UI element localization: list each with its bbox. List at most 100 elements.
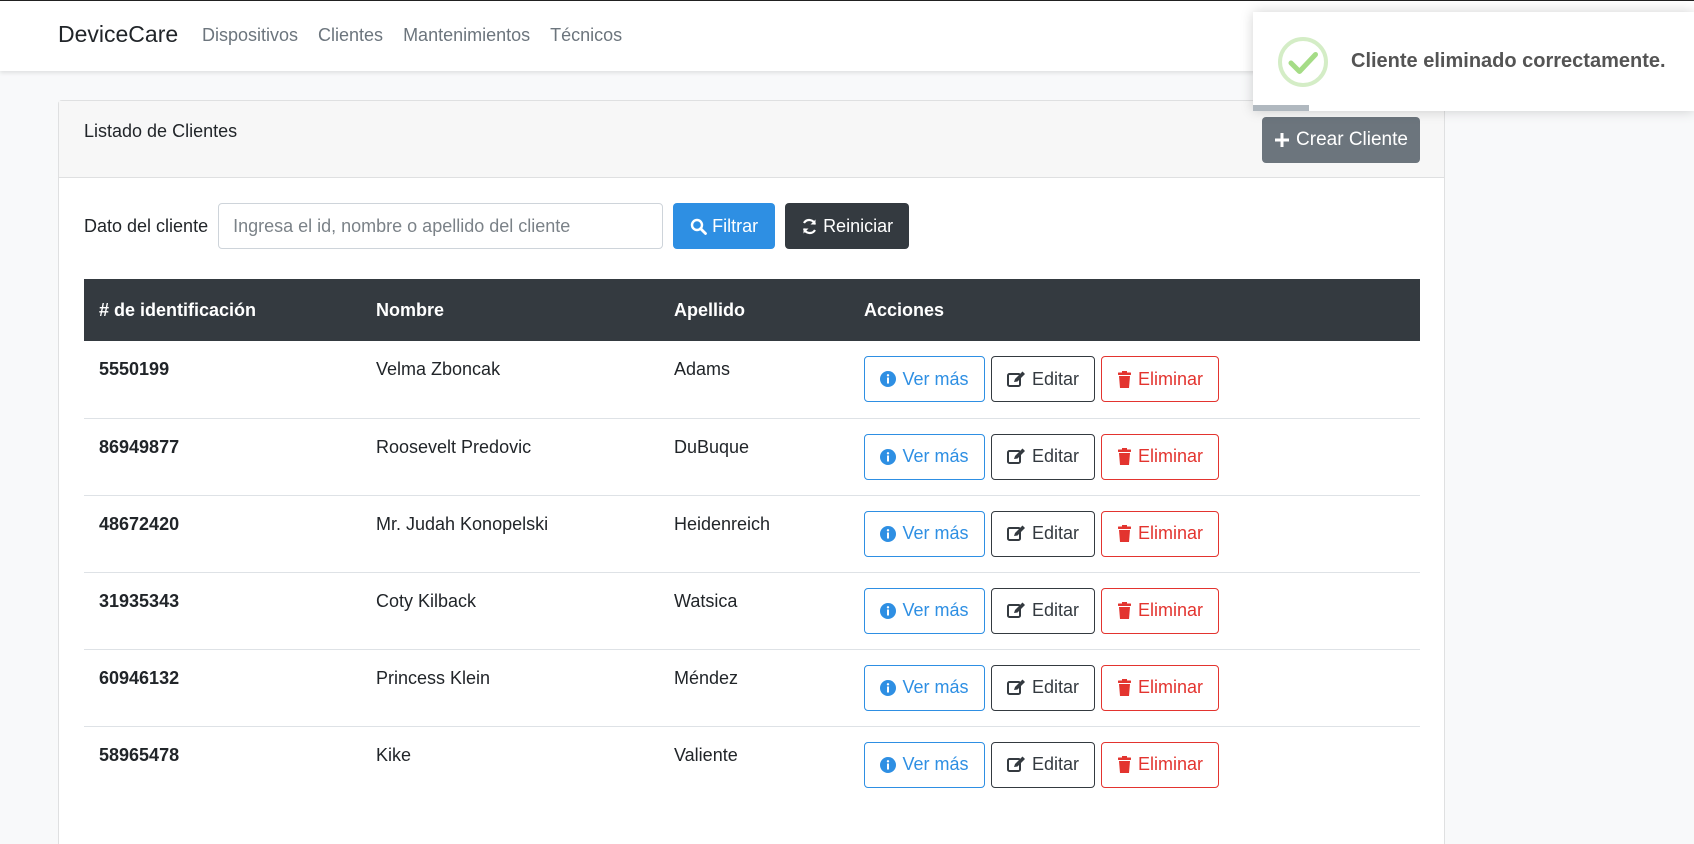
trash-icon [1117, 525, 1132, 542]
refresh-icon [801, 218, 818, 235]
edit-icon [1006, 679, 1026, 696]
view-more-button[interactable]: Ver más [864, 510, 985, 557]
edit-label: Editar [1031, 754, 1080, 774]
client-search-input[interactable] [218, 203, 664, 249]
client-id-cell: 60946132 [99, 667, 180, 688]
edit-button[interactable]: Editar [991, 510, 1095, 557]
view-more-label: Ver más [902, 754, 969, 774]
delete-button[interactable]: Eliminar [1101, 741, 1219, 788]
filter-button[interactable]: Filtrar [673, 203, 776, 249]
brand-logo[interactable]: DeviceCare [58, 21, 178, 48]
table-header-row: # de identificación Nombre Apellido Acci… [84, 279, 1420, 341]
view-more-button[interactable]: Ver más [864, 741, 985, 788]
edit-icon [1006, 371, 1026, 388]
filter-label: Dato del cliente [84, 215, 209, 236]
view-more-label: Ver más [902, 368, 969, 389]
row-actions: Ver más Editar Eliminar [864, 741, 1420, 788]
table-row: 48672420 Mr. Judah Konopelski Heidenreich V… [84, 495, 1420, 572]
edit-icon [1006, 602, 1026, 619]
actions-cell: Ver más Editar Eliminar [849, 726, 1420, 803]
delete-label: Eliminar [1137, 446, 1203, 466]
actions-cell: Ver más Editar Eliminar [849, 649, 1420, 726]
search-icon [690, 218, 707, 235]
edit-label: Editar [1031, 368, 1080, 389]
delete-button[interactable]: Eliminar [1101, 587, 1219, 634]
info-icon [880, 371, 897, 387]
client-nombre-cell: Mr. Judah Konopelski [376, 513, 549, 534]
info-icon [880, 756, 897, 773]
delete-label: Eliminar [1137, 677, 1203, 697]
edit-button[interactable]: Editar [991, 741, 1095, 788]
delete-button[interactable]: Eliminar [1101, 510, 1219, 557]
table-row: 5550199 Velma Zboncak Adams Ver más Editar El… [84, 341, 1420, 418]
client-nombre-cell: Roosevelt Predovic [376, 436, 532, 457]
view-more-button[interactable]: Ver más [864, 433, 985, 480]
client-apellido-cell: Méndez [674, 667, 739, 688]
client-apellido-cell: Heidenreich [674, 513, 771, 534]
success-toast: Cliente eliminado correctamente. [1253, 12, 1694, 111]
client-nombre-cell: Velma Zboncak [376, 359, 501, 379]
edit-button[interactable]: Editar [991, 433, 1095, 480]
client-id-cell: 86949877 [99, 436, 180, 457]
edit-label: Editar [1031, 600, 1080, 620]
trash-icon [1117, 602, 1132, 619]
view-more-button[interactable]: Ver más [864, 664, 985, 711]
table-row: 31935343 Coty Kilback Watsica Ver más Editar… [84, 572, 1420, 649]
table-row: 60946132 Princess Klein Méndez Ver más Edita… [84, 649, 1420, 726]
nav-link-dispositivos[interactable]: Dispositivos [202, 25, 298, 46]
clients-card: Listado de Clientes Crear Cliente Dato d… [58, 100, 1445, 844]
create-client-label: Crear Cliente [1296, 129, 1408, 150]
create-client-button[interactable]: Crear Cliente [1262, 117, 1420, 163]
client-apellido-cell: DuBuque [674, 436, 750, 457]
edit-button[interactable]: Editar [991, 664, 1095, 711]
nav-link-clientes[interactable]: Clientes [318, 25, 383, 46]
reset-button-label: Reiniciar [823, 215, 894, 236]
header-nombre: Nombre [376, 299, 445, 320]
delete-button[interactable]: Eliminar [1101, 356, 1219, 402]
edit-icon [1006, 756, 1026, 773]
reset-button[interactable]: Reiniciar [785, 203, 910, 249]
card-header: Listado de Clientes Crear Cliente [59, 101, 1444, 178]
actions-cell: Ver más Editar Eliminar [849, 495, 1420, 572]
delete-button[interactable]: Eliminar [1101, 433, 1219, 480]
client-nombre-cell: Princess Klein [376, 667, 491, 688]
delete-label: Eliminar [1137, 754, 1203, 774]
trash-icon [1117, 448, 1132, 465]
view-more-label: Ver más [902, 600, 969, 620]
delete-button[interactable]: Eliminar [1101, 664, 1219, 711]
client-nombre-cell: Coty Kilback [376, 590, 477, 611]
edit-label: Editar [1031, 523, 1080, 543]
edit-button[interactable]: Editar [991, 356, 1095, 402]
view-more-button[interactable]: Ver más [864, 587, 985, 634]
row-actions: Ver más Editar Eliminar [864, 510, 1420, 557]
delete-label: Eliminar [1137, 368, 1203, 389]
trash-icon [1117, 370, 1132, 388]
view-more-label: Ver más [902, 446, 969, 466]
delete-label: Eliminar [1137, 600, 1203, 620]
clients-table: # de identificación Nombre Apellido Acci… [84, 279, 1420, 803]
client-apellido-cell: Watsica [674, 590, 738, 611]
header-apellido: Apellido [674, 299, 745, 320]
info-icon [880, 602, 897, 619]
client-id-cell: 58965478 [99, 744, 180, 765]
header-acciones: Acciones [864, 299, 945, 320]
edit-label: Editar [1031, 677, 1080, 697]
row-actions: Ver más Editar Eliminar [864, 587, 1420, 634]
actions-cell: Ver más Editar Eliminar [849, 572, 1420, 649]
view-more-label: Ver más [902, 677, 969, 697]
delete-label: Eliminar [1137, 523, 1203, 543]
edit-button[interactable]: Editar [991, 587, 1095, 634]
filter-button-label: Filtrar [712, 215, 759, 236]
trash-icon [1117, 679, 1132, 696]
nav-link-tecnicos[interactable]: Técnicos [550, 25, 622, 46]
toast-timer-bar [1253, 105, 1309, 111]
edit-icon [1006, 525, 1026, 542]
filter-row: Dato del cliente Filtrar Reiniciar [84, 203, 910, 249]
card-title: Listado de Clientes [84, 121, 238, 141]
client-id-cell: 48672420 [99, 513, 180, 534]
edit-label: Editar [1031, 446, 1080, 466]
view-more-button[interactable]: Ver más [864, 356, 985, 402]
nav-link-mantenimientos[interactable]: Mantenimientos [403, 25, 530, 46]
toast-message: Cliente eliminado correctamente. [1351, 50, 1666, 72]
table-row: 58965478 Kike Valiente Ver más Editar Elimina… [84, 726, 1420, 803]
